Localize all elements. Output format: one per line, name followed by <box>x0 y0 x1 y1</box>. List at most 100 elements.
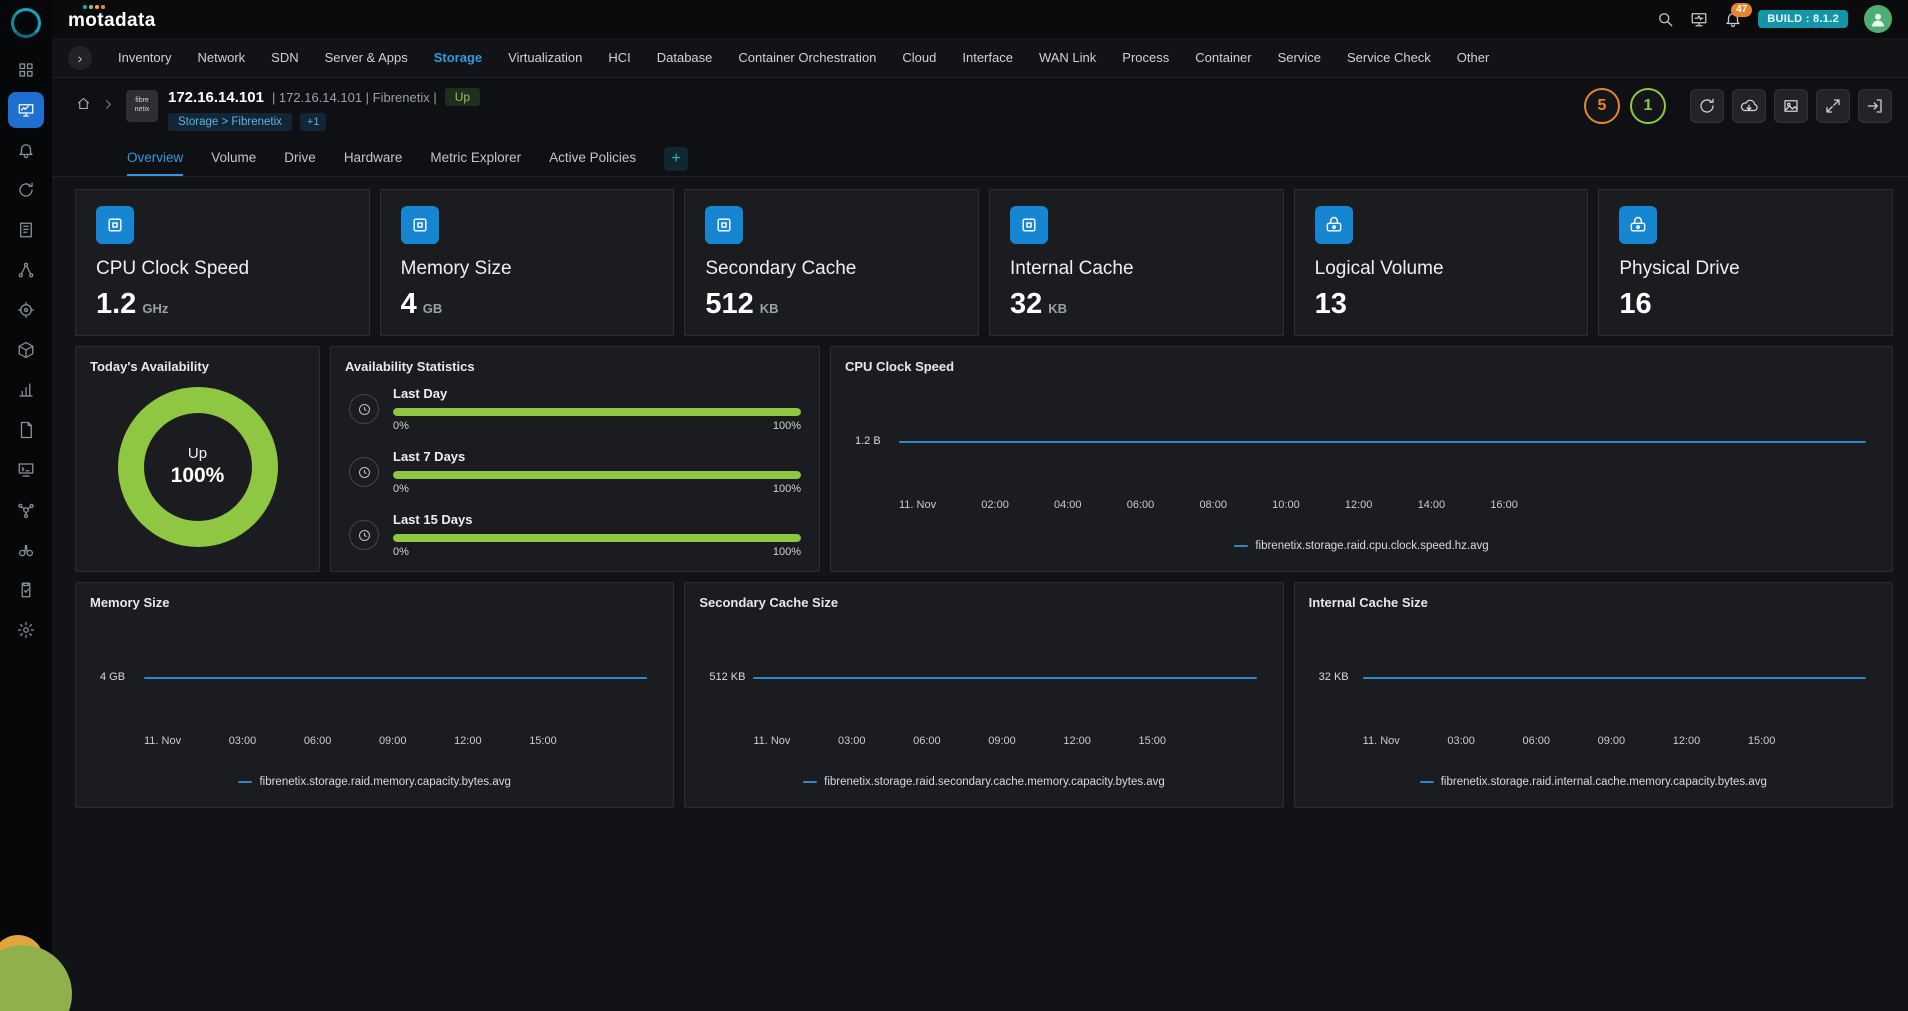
cpu-clock-speed-chart-card: CPU Clock Speed1.2 B11. Nov02:0004:0006:… <box>830 346 1893 572</box>
tab-volume[interactable]: Volume <box>211 150 256 176</box>
chip-icon <box>410 215 430 235</box>
stat-max: 100% <box>773 420 801 432</box>
nav-item-inventory[interactable]: Inventory <box>118 50 171 65</box>
x-axis-tick: 09:00 <box>1598 735 1626 747</box>
apps-icon <box>17 61 35 79</box>
availability-statistics-card: Availability Statistics Last Day0%100%La… <box>330 346 820 572</box>
chip-icon <box>105 215 125 235</box>
fullscreen-button[interactable] <box>1816 89 1850 123</box>
motadata-logo-icon[interactable] <box>11 8 41 38</box>
legend-label: fibrenetix.storage.raid.cpu.clock.speed.… <box>1255 540 1488 552</box>
metric-value: 512KB <box>705 288 958 321</box>
nav-item-network[interactable]: Network <box>197 50 245 65</box>
legend-item[interactable]: fibrenetix.storage.raid.secondary.cache.… <box>803 776 1165 788</box>
collapse-right-button[interactable] <box>1858 89 1892 123</box>
cloud-download-button[interactable] <box>1732 89 1766 123</box>
summary-card-secondary-cache: Secondary Cache512KB <box>684 189 979 336</box>
todays-availability-card: Today's Availability Up 100% <box>75 346 320 572</box>
x-axis-tick: 11. Nov <box>1363 735 1400 747</box>
tab-active-policies[interactable]: Active Policies <box>549 150 636 176</box>
availability-stat-row-last-15-days: Last 15 Days0%100% <box>349 512 801 558</box>
sidebar-item-packages[interactable] <box>8 332 44 368</box>
module-nav-items: Inventory Network SDN Server & Apps Storage V… <box>118 50 1489 65</box>
x-axis: 11. Nov02:0004:0006:0008:0010:0012:0014:… <box>899 499 1518 511</box>
nav-item-other[interactable]: Other <box>1457 50 1490 65</box>
severity-counter-clear[interactable]: 1 <box>1630 88 1666 124</box>
nav-item-hci[interactable]: HCI <box>608 50 630 65</box>
legend-swatch <box>803 781 817 784</box>
nav-item-service[interactable]: Service <box>1278 50 1321 65</box>
nav-item-container-orchestration[interactable]: Container Orchestration <box>738 50 876 65</box>
x-axis-tick: 12:00 <box>1345 499 1373 511</box>
nav-item-server-apps[interactable]: Server & Apps <box>325 50 408 65</box>
stat-scale: 0%100% <box>393 420 801 432</box>
notifications-bell-icon[interactable]: 47 <box>1724 10 1742 28</box>
add-tab-button[interactable]: + <box>664 147 688 171</box>
sidebar-item-monitoring[interactable] <box>8 92 44 128</box>
sidebar-item-apps[interactable] <box>8 52 44 88</box>
nav-item-virtualization[interactable]: Virtualization <box>508 50 582 65</box>
availability-bar <box>393 534 801 542</box>
legend-item[interactable]: fibrenetix.storage.raid.internal.cache.m… <box>1420 776 1767 788</box>
remote-screen-icon[interactable] <box>1690 10 1708 28</box>
refresh-button[interactable] <box>1690 89 1724 123</box>
series-line <box>753 677 1256 679</box>
sidebar-item-reports[interactable] <box>8 412 44 448</box>
legend-label: fibrenetix.storage.raid.secondary.cache.… <box>824 776 1165 788</box>
nav-item-process[interactable]: Process <box>1122 50 1169 65</box>
nav-item-container[interactable]: Container <box>1195 50 1251 65</box>
legend-item[interactable]: fibrenetix.storage.raid.cpu.clock.speed.… <box>1234 540 1488 552</box>
nav-item-interface[interactable]: Interface <box>962 50 1013 65</box>
snapshot-button[interactable] <box>1774 89 1808 123</box>
flows-icon <box>17 181 35 199</box>
user-avatar[interactable] <box>1864 5 1892 33</box>
nav-item-sdn[interactable]: SDN <box>271 50 298 65</box>
logo-dots-icon <box>83 5 105 9</box>
sidebar-item-bell[interactable] <box>8 132 44 168</box>
sidebar-item-flows[interactable] <box>8 172 44 208</box>
search-icon[interactable] <box>1656 10 1674 28</box>
nav-item-service-check[interactable]: Service Check <box>1347 50 1431 65</box>
reports-icon <box>17 421 35 439</box>
sidebar-item-gear[interactable] <box>8 612 44 648</box>
sidebar-item-discovery[interactable] <box>8 292 44 328</box>
legend-item[interactable]: fibrenetix.storage.raid.memory.capacity.… <box>238 776 510 788</box>
sidebar-item-cluster[interactable] <box>8 492 44 528</box>
more-tags-chip[interactable]: +1 <box>300 113 327 131</box>
tabs-list: Overview Volume Drive Hardware Metric Explor… <box>127 150 636 176</box>
entity-subheader: fibre netix 172.16.14.101 | 172.16.14.10… <box>52 78 1908 141</box>
chart-title: CPU Clock Speed <box>845 359 1878 374</box>
tab-hardware[interactable]: Hardware <box>344 150 403 176</box>
sidebar-item-analytics[interactable] <box>8 372 44 408</box>
observe-icon <box>17 541 35 559</box>
nav-item-storage[interactable]: Storage <box>434 50 482 65</box>
sidebar-item-audit[interactable] <box>8 572 44 608</box>
home-icon[interactable] <box>76 96 91 111</box>
storage-path-chip[interactable]: Storage > Fibrenetix <box>168 113 292 131</box>
tab-metric-explorer[interactable]: Metric Explorer <box>430 150 521 176</box>
subheader-actions: 51 <box>1584 88 1892 124</box>
sidebar-item-observe[interactable] <box>8 532 44 568</box>
tab-drive[interactable]: Drive <box>284 150 316 176</box>
nav-scroll-button[interactable]: › <box>68 46 92 70</box>
nav-item-wan-link[interactable]: WAN Link <box>1039 50 1096 65</box>
severity-counter-major[interactable]: 5 <box>1584 88 1620 124</box>
breadcrumb: fibre netix 172.16.14.101 | 172.16.14.10… <box>76 88 480 131</box>
nav-item-cloud[interactable]: Cloud <box>902 50 936 65</box>
metric-unit: GHz <box>142 301 168 316</box>
availability-percent: 100% <box>171 464 225 488</box>
nav-item-database[interactable]: Database <box>657 50 713 65</box>
stat-scale: 0%100% <box>393 546 801 558</box>
sidebar-item-inventory[interactable] <box>8 212 44 248</box>
legend-swatch <box>1234 545 1248 548</box>
summary-card-cpu-clock-speed: CPU Clock Speed1.2GHz <box>75 189 370 336</box>
tab-overview[interactable]: Overview <box>127 150 183 176</box>
x-axis-tick: 09:00 <box>379 735 407 747</box>
availability-stat-rows: Last Day0%100%Last 7 Days0%100%Last 15 D… <box>345 386 805 558</box>
sidebar-bottom <box>8 612 44 652</box>
metric-number: 32 <box>1010 288 1042 321</box>
metric-title: Logical Volume <box>1315 258 1568 280</box>
sidebar-item-topology[interactable] <box>8 252 44 288</box>
sidebar-item-ncm[interactable] <box>8 452 44 488</box>
legend-label: fibrenetix.storage.raid.internal.cache.m… <box>1441 776 1767 788</box>
